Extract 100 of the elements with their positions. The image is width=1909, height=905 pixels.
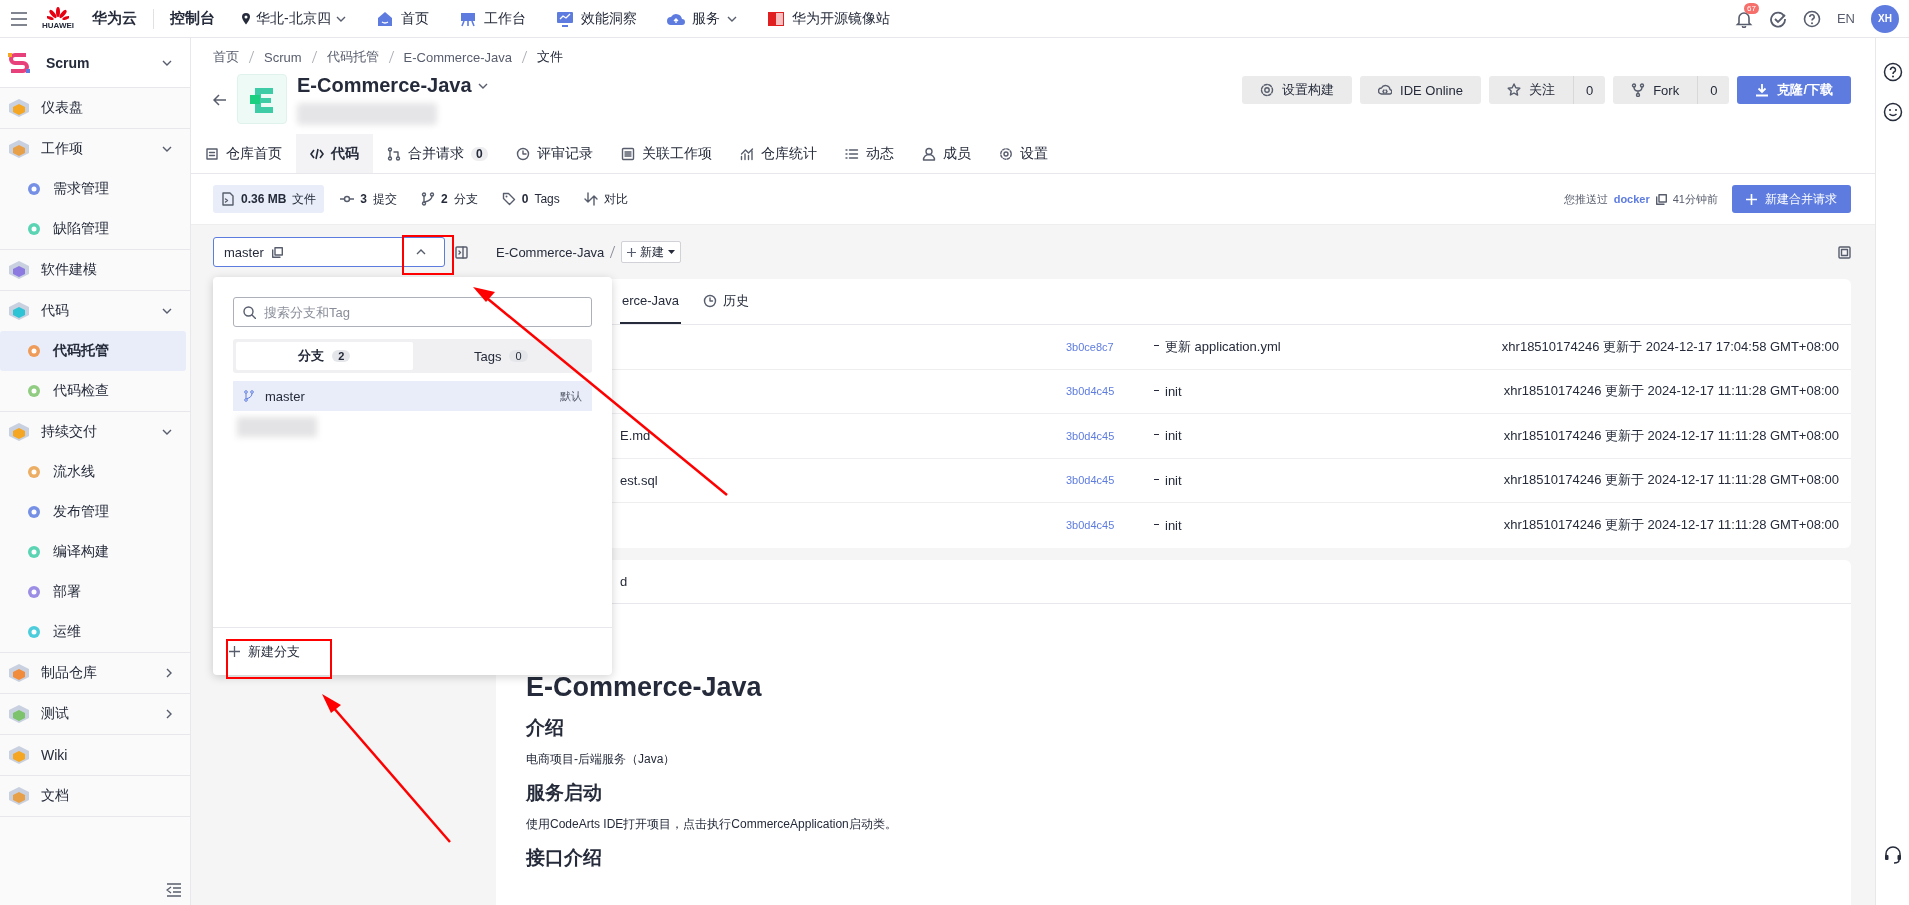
tab[interactable]: 成员	[907, 134, 985, 173]
path-link[interactable]: E-Commerce-Java	[496, 244, 605, 260]
sidebar-item[interactable]: 软件建模	[0, 250, 190, 290]
module-icon	[8, 139, 30, 159]
nav-link[interactable]: 华为开源镜像站	[766, 7, 890, 30]
action-button[interactable]: 关注	[1488, 76, 1573, 104]
commit-message: 更新 application.yml	[1165, 338, 1281, 354]
sidebar-item[interactable]: 代码检查	[0, 371, 190, 411]
commit-hash[interactable]: 3b0d4c45	[1066, 519, 1154, 532]
update-info: xhr18510174246 更新于 2024-12-17 11:11:28 GMT+08:00	[1503, 426, 1840, 445]
branch-link[interactable]: docker	[1613, 193, 1650, 205]
monitor-icon	[555, 9, 574, 28]
tab[interactable]: 评审记录	[501, 134, 607, 173]
sidebar-item[interactable]: 测试	[0, 694, 190, 734]
readme-subheading: 接口介绍	[526, 845, 603, 870]
region-selector[interactable]: 华北-北京四	[241, 9, 346, 28]
nav-link[interactable]: 效能洞察	[555, 7, 637, 30]
sidebar-item[interactable]: 制品仓库	[0, 653, 190, 693]
count-label: 0	[1697, 76, 1730, 104]
new-button[interactable]: 新建	[621, 241, 682, 263]
logo-text: HUAWEI	[42, 21, 74, 30]
sidebar-item[interactable]: 发布管理	[0, 492, 190, 532]
new-branch-button[interactable]: 新建分支	[225, 636, 304, 667]
sidebar-item[interactable]: 缺陷管理	[0, 209, 190, 249]
tab[interactable]: 设置	[984, 134, 1062, 173]
sidebar-item[interactable]: 工作项	[0, 129, 190, 169]
file-name[interactable]: E.md	[620, 428, 651, 444]
stat-tab[interactable]: 2 分支	[413, 185, 486, 213]
breadcrumb-link[interactable]: 首页	[213, 48, 239, 66]
sidebar-item[interactable]: 需求管理	[0, 169, 190, 209]
readme-heading: E-Commerce-Java	[526, 671, 763, 703]
new-merge-request-button[interactable]: 新建合并请求	[1732, 185, 1851, 213]
headset-icon[interactable]	[1882, 845, 1903, 865]
breadcrumb-link[interactable]: E-Commerce-Java	[403, 49, 512, 65]
tab[interactable]: 代码	[296, 134, 373, 173]
nav-link[interactable]: 工作台	[458, 7, 526, 30]
tab[interactable]: 仓库首页	[191, 134, 296, 173]
back-arrow-icon	[213, 94, 227, 106]
module-icon	[26, 584, 42, 600]
commit-hash[interactable]: 3b0d4c45	[1066, 429, 1154, 442]
tab[interactable]: 动态	[830, 134, 908, 173]
commit-hash[interactable]: 3b0d4c45	[1066, 385, 1154, 398]
sidebar-item[interactable]: 文档	[0, 776, 190, 816]
project-name: Scrum	[46, 54, 91, 71]
merge-icon	[387, 146, 401, 161]
console-link[interactable]: 控制台	[170, 9, 215, 28]
action-button[interactable]: Fork	[1613, 76, 1698, 104]
tab[interactable]: Tags 0	[412, 342, 589, 370]
sidebar-item[interactable]: 代码托管	[0, 331, 186, 371]
location-pin-icon	[241, 12, 251, 25]
breadcrumb-current: 文件	[536, 48, 563, 66]
bell-icon[interactable]	[1734, 9, 1753, 28]
branch-item[interactable]: master 默认	[233, 381, 592, 411]
stat-tab[interactable]: 0.36 MB 文件	[213, 185, 325, 213]
action-button[interactable]: 设置构建	[1242, 76, 1353, 104]
stat-tab[interactable]: 对比	[575, 185, 636, 213]
file-icon	[221, 192, 235, 206]
check-circle-icon[interactable]	[1768, 9, 1787, 28]
commit-hash[interactable]: 3b0ce8c7	[1066, 340, 1154, 353]
tab[interactable]: 关联工作项	[606, 134, 726, 173]
help-icon[interactable]	[1882, 62, 1903, 82]
plus-icon	[627, 247, 637, 257]
help-icon[interactable]	[1802, 9, 1821, 28]
sidebar-item[interactable]: 部署	[0, 572, 190, 612]
nav-link[interactable]: 服务	[666, 7, 737, 30]
nav-link[interactable]: 首页	[375, 7, 429, 30]
tab[interactable]: 仓库统计	[725, 134, 831, 173]
smiley-icon[interactable]	[1882, 102, 1903, 122]
sidebar-item[interactable]: 运维	[0, 612, 190, 652]
chevron-up-icon	[416, 249, 426, 255]
count-label: 0	[1572, 76, 1606, 104]
sidebar-item[interactable]: 流水线	[0, 452, 190, 492]
sidebar-item[interactable]: 持续交付	[0, 412, 190, 452]
branch-selector[interactable]: master	[213, 237, 445, 267]
chevron-down-icon	[335, 15, 346, 22]
tab[interactable]: erce-Java	[620, 279, 682, 324]
chevron-down-icon	[162, 146, 172, 152]
breadcrumb-link[interactable]: Scrum	[264, 49, 302, 65]
file-name[interactable]: est.sql	[620, 472, 658, 488]
sidebar-item[interactable]: Wiki	[0, 735, 190, 775]
stat-tab[interactable]: 0 Tags	[493, 185, 568, 213]
sidebar-item[interactable]: 编译构建	[0, 532, 190, 572]
side-panel-icon[interactable]	[455, 245, 468, 259]
search-field[interactable]: 搜索分支和Tag	[233, 297, 592, 327]
commit-message: init	[1165, 383, 1182, 399]
clone-download-button[interactable]: 克隆/下载	[1737, 76, 1851, 104]
collapse-sidebar-icon[interactable]	[166, 883, 182, 897]
stat-tab[interactable]: 3 提交	[332, 185, 406, 213]
sidebar-item[interactable]: 仪表盘	[0, 88, 190, 128]
action-button[interactable]: IDE Online	[1360, 76, 1481, 104]
breadcrumb-link[interactable]: 代码托管	[326, 48, 379, 66]
tab[interactable]: 历史	[701, 279, 752, 324]
commit-hash[interactable]: 3b0d4c45	[1066, 474, 1154, 487]
tab[interactable]: 分支 2	[236, 342, 413, 370]
user-avatar[interactable]: XH	[1871, 4, 1899, 33]
tab[interactable]: 合并请求 0	[373, 134, 502, 173]
module-icon	[8, 745, 30, 765]
sidebar-item[interactable]: 代码	[0, 291, 190, 331]
commit-message: init	[1165, 428, 1182, 444]
language-button[interactable]: EN	[1836, 11, 1855, 26]
